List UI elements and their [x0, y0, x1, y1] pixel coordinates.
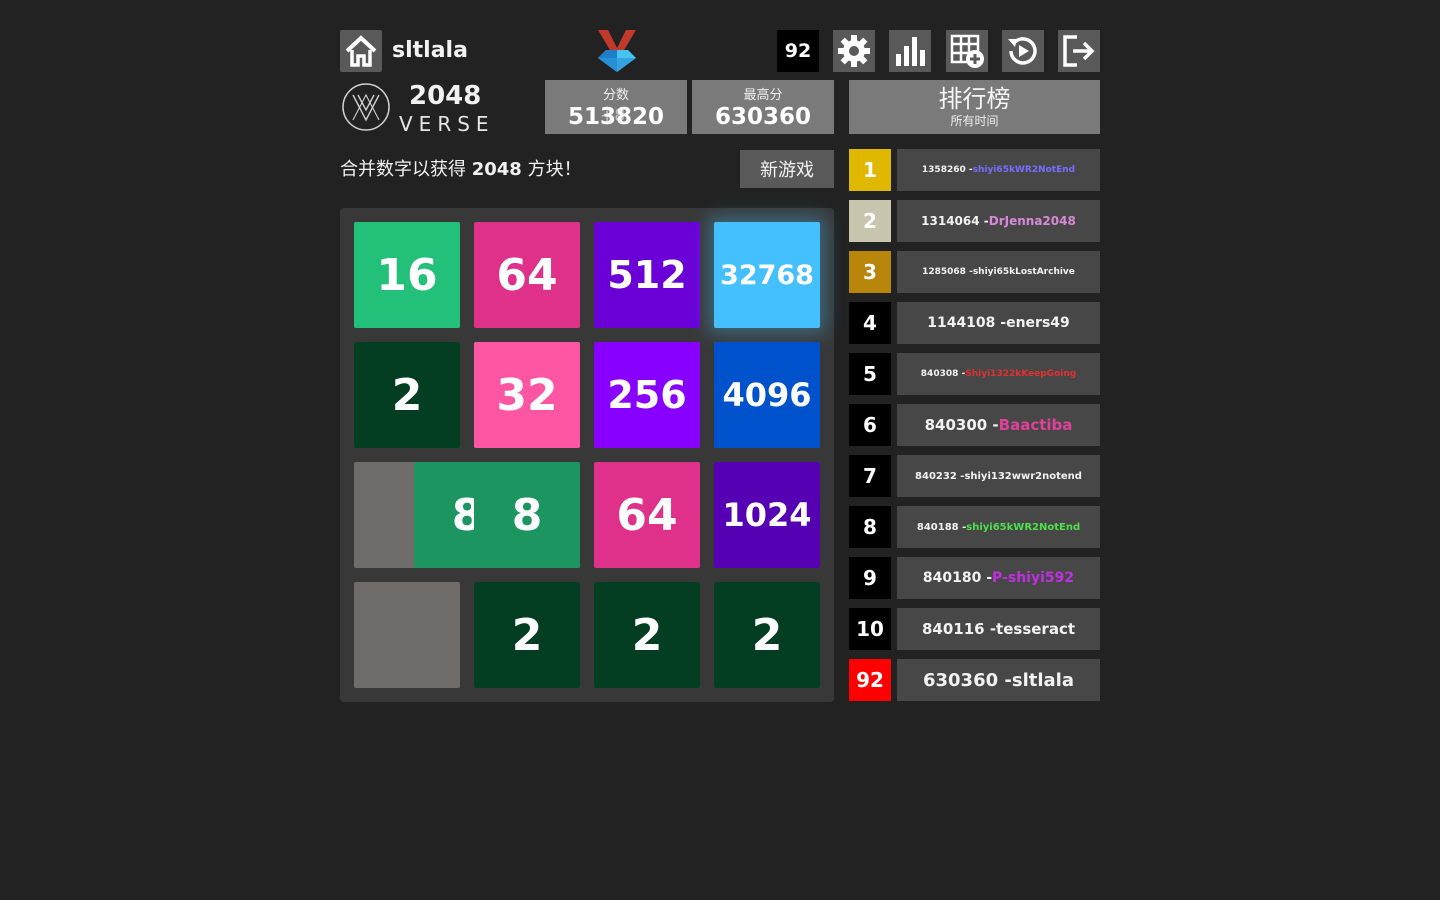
- replay-button[interactable]: [1002, 30, 1044, 72]
- leaderboard-score: 840116 -: [921, 620, 997, 638]
- best-score-value: 630360: [714, 104, 812, 130]
- leaderboard-period: 所有时间: [950, 114, 999, 128]
- leaderboard-player-name: DrJenna2048: [988, 214, 1076, 228]
- leaderboard-player-name: Shiyi1322kKeepGoing: [965, 369, 1077, 379]
- leaderboard-score: 840232 -: [915, 470, 965, 482]
- tile-2: 2: [714, 582, 820, 688]
- leaderboard-score: 1314064 -: [921, 214, 989, 228]
- verse-logo-icon: [342, 83, 390, 131]
- tile-64: 64: [474, 222, 580, 328]
- leaderboard-rank: 8: [849, 506, 891, 548]
- leaderboard-player-name: tesseract: [996, 620, 1076, 638]
- stats-button[interactable]: [889, 30, 931, 72]
- leaderboard-player-name: shiyi65kLostArchive: [972, 267, 1075, 277]
- leaderboard-entry[interactable]: 1358260 - shiyi65kWR2NotEnd: [897, 149, 1100, 191]
- tile-4096: 4096: [714, 342, 820, 448]
- leaderboard-entry[interactable]: 1285068 - shiyi65kLostArchive: [897, 251, 1100, 293]
- empty-cell: [354, 582, 460, 688]
- rank-badge[interactable]: 92: [777, 30, 819, 72]
- add-board-icon: [950, 34, 984, 68]
- logout-icon: [1063, 35, 1095, 67]
- home-button[interactable]: [340, 30, 382, 72]
- tile-2: 2: [474, 582, 580, 688]
- add-board-button[interactable]: [946, 30, 988, 72]
- leaderboard-score: 840300 -: [924, 416, 999, 434]
- tile-8: 8: [474, 462, 580, 568]
- leaderboard-score: 840308 -: [920, 369, 966, 379]
- leaderboard-score: 630360 -: [922, 669, 1012, 691]
- tile-1024: 1024: [714, 462, 820, 568]
- leaderboard-entry[interactable]: 840188 - shiyi65kWR2NotEnd: [897, 506, 1100, 548]
- leaderboard-title: 排行榜: [938, 85, 1011, 113]
- leaderboard-entry[interactable]: 840116 - tesseract: [897, 608, 1100, 650]
- rank-diamond-icon: [598, 30, 636, 72]
- leaderboard-entry[interactable]: 840232 - shiyi132wwr2notend: [897, 455, 1100, 497]
- leaderboard-entry[interactable]: 1144108 - eners49: [897, 302, 1100, 344]
- intro-text-before: 合并数字以获得: [340, 159, 472, 180]
- intro-highlight: 2048: [471, 159, 522, 180]
- best-score-box: 最高分 630360: [692, 80, 834, 134]
- leaderboard-entry[interactable]: 840308 - Shiyi1322kKeepGoing: [897, 353, 1100, 395]
- tile-256: 256: [594, 342, 700, 448]
- leaderboard-player-name: eners49: [1006, 315, 1070, 331]
- leaderboard-rank: 4: [849, 302, 891, 344]
- tile-32768: 32768: [714, 222, 820, 328]
- new-game-button[interactable]: 新游戏: [740, 150, 834, 188]
- leaderboard-score: 840180 -: [922, 570, 993, 586]
- game-board[interactable]: 8 16 64 512 32768 2 32 256 4096 8 64 1024 2 2 2: [340, 208, 834, 702]
- tile-2: 2: [594, 582, 700, 688]
- leaderboard-rank: 10: [849, 608, 891, 650]
- tile-2: 2: [354, 342, 460, 448]
- leaderboard-rank: 2: [849, 200, 891, 242]
- leaderboard-player-name: shiyi132wwr2notend: [964, 470, 1082, 482]
- leaderboard-player-name: P-shiyi592: [992, 570, 1075, 586]
- leaderboard-rank: 1: [849, 149, 891, 191]
- logout-button[interactable]: [1058, 30, 1100, 72]
- tile-64: 64: [594, 462, 700, 568]
- intro-text-after: 方块！: [521, 159, 582, 180]
- leaderboard-player-name: shiyi65kWR2NotEnd: [972, 165, 1076, 175]
- logo-subtitle: VERSE: [399, 112, 495, 136]
- leaderboard-player-name: sltlala: [1011, 669, 1074, 691]
- leaderboard-rank: 5: [849, 353, 891, 395]
- leaderboard-entry[interactable]: 840180 - P-shiyi592: [897, 557, 1100, 599]
- tile-32: 32: [474, 342, 580, 448]
- leaderboard-entry[interactable]: 630360 - sltlala: [897, 659, 1100, 701]
- leaderboard-header[interactable]: 排行榜 所有时间: [849, 80, 1100, 134]
- stats-icon: [896, 37, 925, 66]
- leaderboard-player-name: shiyi65kWR2NotEnd: [966, 521, 1081, 533]
- game-intro: 合并数字以获得 2048 方块！: [340, 156, 582, 184]
- leaderboard-rank: 7: [849, 455, 891, 497]
- leaderboard-entry[interactable]: 840300 - Baactiba: [897, 404, 1100, 446]
- username: sltlala: [392, 38, 468, 63]
- leaderboard-rank: 3: [849, 251, 891, 293]
- leaderboard-score: 1144108 -: [927, 315, 1007, 331]
- leaderboard-rank: 9: [849, 557, 891, 599]
- tile-16: 16: [354, 222, 460, 328]
- leaderboard-entry[interactable]: 1314064 - DrJenna2048: [897, 200, 1100, 242]
- leaderboard-score: 840188 -: [916, 521, 967, 533]
- settings-icon: [838, 35, 870, 67]
- best-score-label: 最高分: [743, 88, 783, 103]
- leaderboard-player-name: Baactiba: [998, 416, 1073, 434]
- leaderboard-score: 1285068 -: [922, 267, 973, 277]
- tile-512: 512: [594, 222, 700, 328]
- leaderboard-rank: 6: [849, 404, 891, 446]
- score-label: 分数: [602, 88, 629, 103]
- settings-button[interactable]: [833, 30, 875, 72]
- leaderboard-rank: 92: [849, 659, 891, 701]
- replay-icon: [1008, 37, 1037, 65]
- home-icon: [345, 35, 377, 67]
- score-delta: +8: [600, 106, 626, 126]
- logo-title: 2048: [409, 81, 482, 111]
- leaderboard-score: 1358260 -: [921, 165, 973, 175]
